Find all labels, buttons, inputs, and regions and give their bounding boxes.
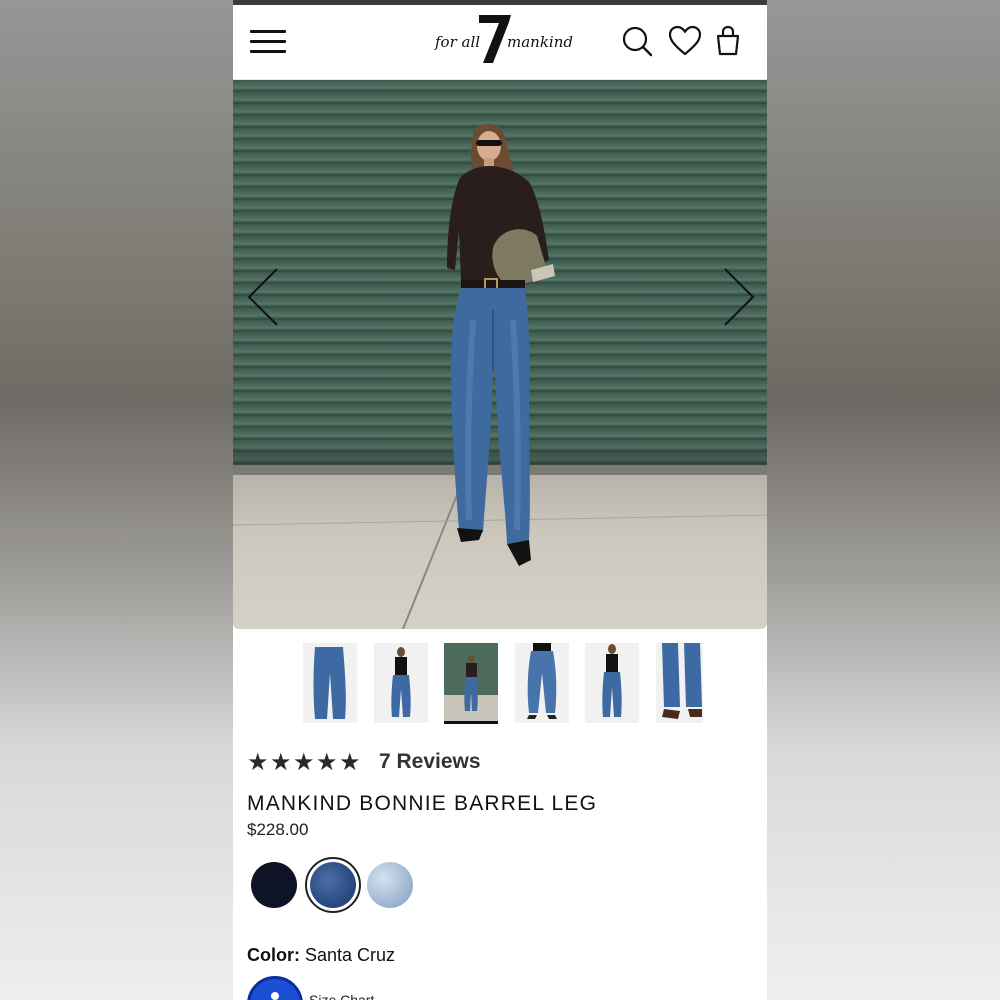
chevron-right-icon[interactable] xyxy=(721,265,761,329)
size-chart-link[interactable]: Size Chart xyxy=(309,992,374,1000)
star-icon: ★ xyxy=(293,748,315,776)
star-icon: ★ xyxy=(316,748,338,776)
search-icon[interactable] xyxy=(620,24,654,58)
brand-logo[interactable]: for all mankind xyxy=(433,11,573,71)
shopping-bag-icon[interactable] xyxy=(713,24,747,58)
phone-screen: for all mankind ★ ★ ★ ★ ★ 7 Reviews MANK… xyxy=(233,0,767,1000)
info-icon[interactable] xyxy=(247,976,303,1000)
product-title: MANKIND BONNIE BARREL LEG xyxy=(247,792,598,815)
star-icon: ★ xyxy=(339,748,361,776)
thumbnail-3[interactable] xyxy=(444,643,498,724)
thumbnail-strip xyxy=(303,643,703,725)
logo-text-left: for all xyxy=(435,33,481,51)
product-price: $228.00 xyxy=(247,820,309,839)
chevron-left-icon[interactable] xyxy=(245,265,285,329)
menu-icon[interactable] xyxy=(250,28,286,56)
logo-text-right: mankind xyxy=(507,33,573,51)
thumbnail-4[interactable] xyxy=(515,643,569,723)
backdrop-left xyxy=(0,0,233,1000)
swatch-santa-cruz[interactable] xyxy=(310,862,356,908)
swatch-dark-navy[interactable] xyxy=(251,862,297,908)
thumbnail-5[interactable] xyxy=(585,643,639,723)
star-icon: ★ xyxy=(247,748,269,776)
selected-color: Color: Santa Cruz xyxy=(247,945,395,966)
swatch-light-wash[interactable] xyxy=(367,862,413,908)
thumbnail-6[interactable] xyxy=(656,643,703,723)
color-value: Santa Cruz xyxy=(305,945,396,965)
star-icon: ★ xyxy=(270,748,292,776)
heart-icon[interactable] xyxy=(668,24,702,58)
thumbnail-1[interactable] xyxy=(303,643,357,723)
backdrop-right xyxy=(767,0,1000,1000)
reviews-link[interactable]: 7 Reviews xyxy=(379,750,481,774)
model-figure xyxy=(447,124,555,566)
color-label: Color: xyxy=(247,945,300,965)
site-header: for all mankind xyxy=(233,5,767,80)
thumbnail-2[interactable] xyxy=(374,643,428,723)
product-hero-image[interactable] xyxy=(233,80,767,629)
